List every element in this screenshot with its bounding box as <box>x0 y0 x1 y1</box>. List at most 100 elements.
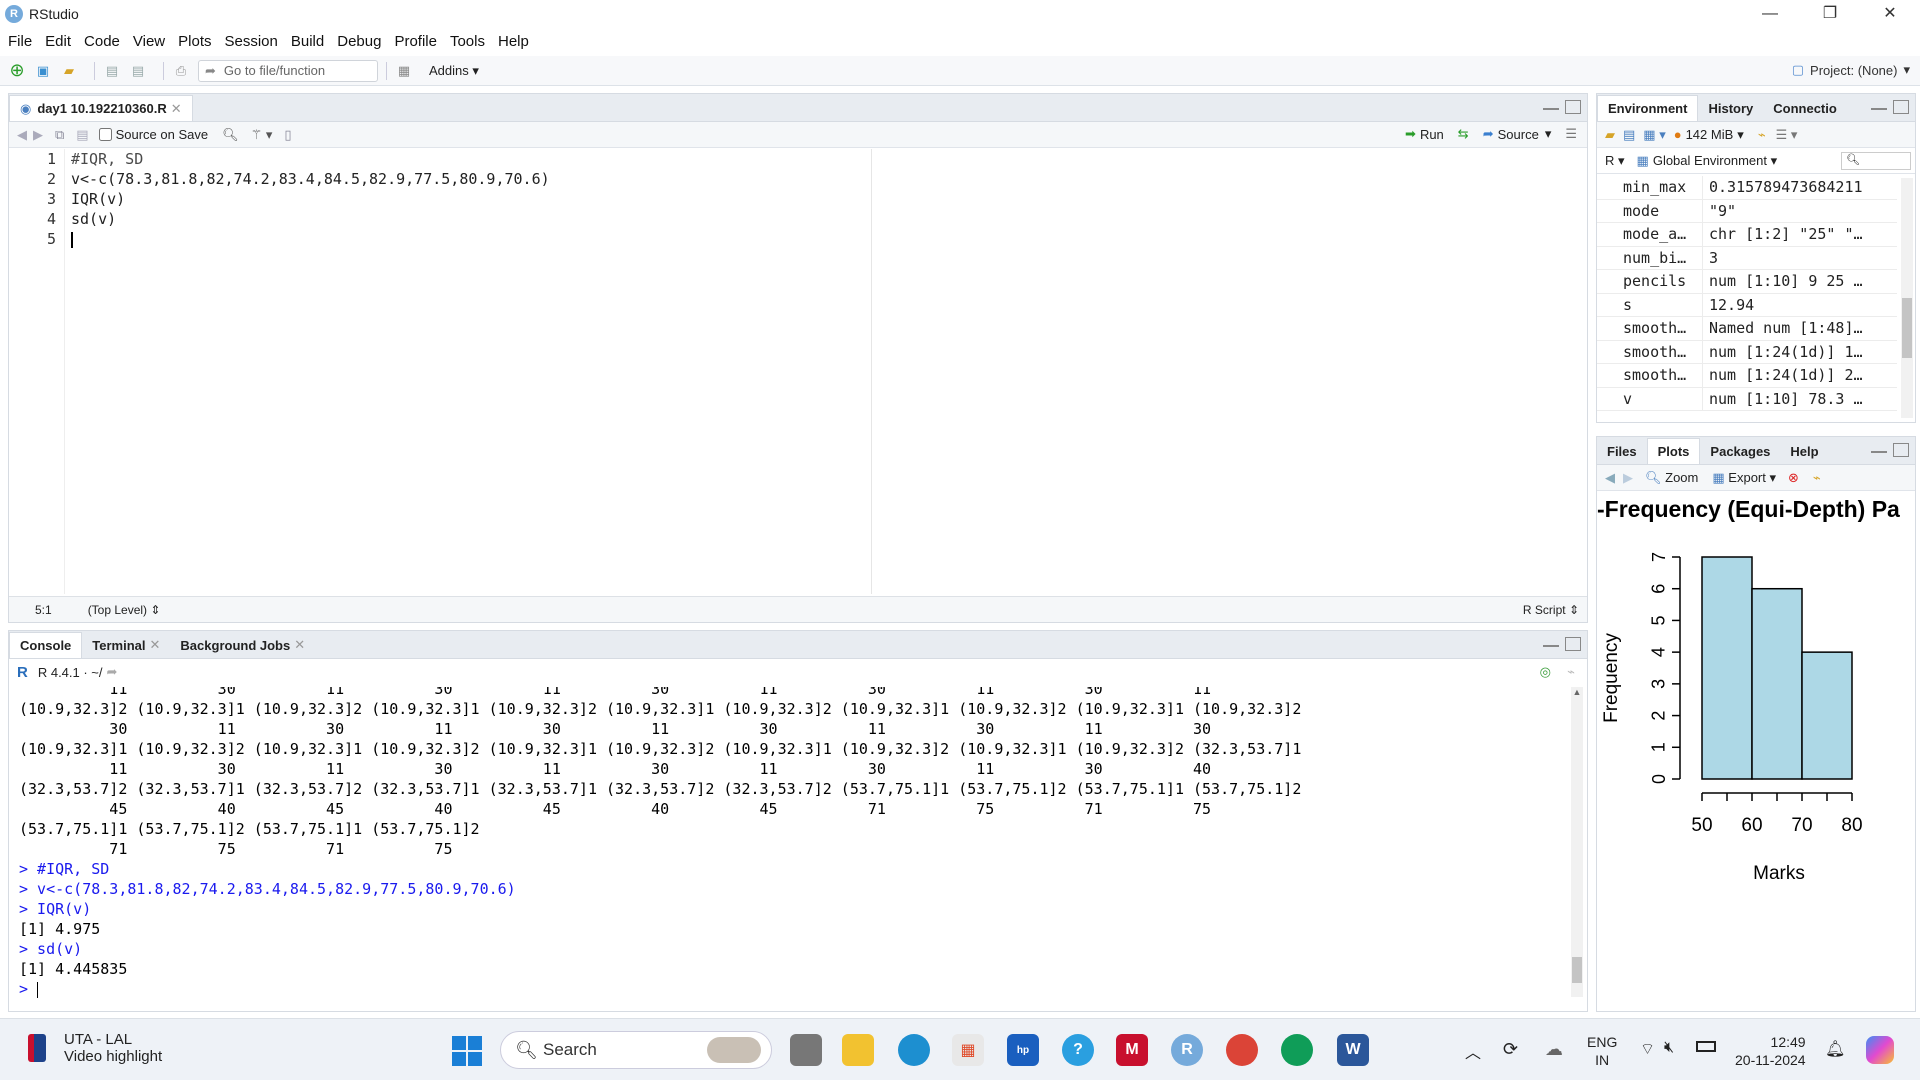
env-row[interactable]: mode_a… chr [1:2] "25" "… <box>1597 223 1897 247</box>
new-project-icon[interactable]: ▣ <box>34 62 52 80</box>
copilot-icon[interactable] <box>1866 1036 1894 1064</box>
forward-arrow-icon[interactable]: ▶ <box>33 127 43 143</box>
word-icon[interactable]: W <box>1337 1034 1369 1066</box>
volume-muted-icon[interactable]: 🔇︎ <box>1664 1039 1674 1057</box>
help-icon[interactable]: ? <box>1062 1034 1094 1066</box>
console-output[interactable]: 11 30 11 30 11 30 11 30 11 30 11 (10.9,3… <box>19 687 1564 1007</box>
menu-plots[interactable]: Plots <box>178 33 211 50</box>
maximize-pane-button[interactable] <box>1893 443 1909 457</box>
env-row[interactable]: smooth… num [1:24(1d)] 1… <box>1597 340 1897 364</box>
document-outline-icon[interactable]: ☰ <box>1565 126 1577 142</box>
broom-icon[interactable]: ⌁ <box>1567 664 1575 680</box>
environment-scrollbar[interactable] <box>1901 178 1913 418</box>
code-line[interactable]: sd(v) <box>71 209 550 229</box>
chrome-profile-icon[interactable] <box>1281 1034 1313 1066</box>
close-tab-icon[interactable]: ✕ <box>294 637 305 653</box>
menu-tools[interactable]: Tools <box>450 33 485 50</box>
tab-files[interactable]: Files <box>1597 438 1647 464</box>
show-in-window-icon[interactable]: ⧉ <box>55 127 64 143</box>
run-button[interactable]: ➡ Run <box>1405 126 1444 142</box>
save-all-icon[interactable]: ▤ <box>129 62 147 80</box>
console-prompt[interactable]: > <box>19 979 1564 999</box>
clear-objects-icon[interactable]: ⌁ <box>1758 127 1766 143</box>
env-row[interactable]: pencils num [1:10] 9 25 … <box>1597 270 1897 294</box>
tab-background-jobs[interactable]: Background Jobs ✕ <box>170 632 315 658</box>
source-button[interactable]: ➦ Source ▾ <box>1483 126 1552 142</box>
mcafee-icon[interactable]: M <box>1116 1034 1148 1066</box>
scope-selector[interactable]: Global Environment ▾ <box>1653 153 1777 169</box>
myhp-icon[interactable]: hp <box>1007 1034 1039 1066</box>
tab-plots[interactable]: Plots <box>1646 438 1701 464</box>
env-row[interactable]: smooth… Named num [1:48]… <box>1597 317 1897 341</box>
find-replace-icon[interactable]: 🔍︎ <box>222 127 239 143</box>
code-tools-wand-icon[interactable]: ⚚ ▾ <box>251 127 273 143</box>
broom-icon[interactable]: ⌁ <box>1813 470 1821 486</box>
taskbar-search[interactable]: 🔍︎ Search <box>500 1031 772 1069</box>
minimize-pane-button[interactable] <box>1871 443 1887 453</box>
tab-terminal[interactable]: Terminal ✕ <box>82 632 170 658</box>
scrollbar-thumb[interactable] <box>1572 957 1582 983</box>
language-indicator[interactable]: ENG IN <box>1587 1033 1617 1069</box>
close-button[interactable]: ✕ <box>1860 0 1920 28</box>
previous-plot-icon[interactable]: ◀ <box>1605 470 1615 486</box>
back-arrow-icon[interactable]: ◀ <box>17 127 27 143</box>
remove-plot-icon[interactable]: ⊗ <box>1788 470 1799 486</box>
env-row[interactable]: num_bi… 3 <box>1597 246 1897 270</box>
code-area[interactable]: 1 2 3 4 5 #IQR, SD v<-c(78.3,81.8,82,74.… <box>9 149 1587 594</box>
next-plot-icon[interactable]: ▶ <box>1623 470 1633 486</box>
restore-button[interactable]: ❐ <box>1800 0 1860 28</box>
env-row[interactable]: smooth… num [1:24(1d)] 2… <box>1597 364 1897 388</box>
menu-code[interactable]: Code <box>84 33 120 50</box>
print-icon[interactable]: ⎙ <box>172 62 190 80</box>
tab-history[interactable]: History <box>1698 95 1763 121</box>
rerun-icon[interactable]: ⇆ <box>1458 126 1469 142</box>
env-row[interactable]: s 12.94 <box>1597 293 1897 317</box>
environment-table[interactable]: min_max 0.315789473684211 mode "9" mode_a…… <box>1597 176 1897 411</box>
menu-file[interactable]: File <box>8 33 32 50</box>
menu-view[interactable]: View <box>133 33 165 50</box>
code-line[interactable]: v<-c(78.3,81.8,82,74.2,83.4,84.5,82.9,77… <box>71 169 550 189</box>
battery-icon[interactable] <box>1696 1041 1716 1052</box>
tab-console[interactable]: Console <box>9 632 83 658</box>
go-to-file-input[interactable]: ➦ Go to file/function <box>198 59 378 82</box>
minimize-pane-button[interactable] <box>1871 100 1887 110</box>
grid-layout-icon[interactable]: ▦ <box>395 62 413 80</box>
task-view-icon[interactable] <box>790 1034 822 1066</box>
news-widget[interactable]: UTA - LAL Video highlight <box>28 1031 162 1065</box>
menu-session[interactable]: Session <box>225 33 278 50</box>
compile-report-icon[interactable]: ▯ <box>284 127 291 143</box>
file-explorer-icon[interactable] <box>842 1034 874 1066</box>
project-menu[interactable]: ▢ Project: (None) ▾ <box>1792 62 1910 78</box>
microsoft-store-icon[interactable]: ▦ <box>952 1034 984 1066</box>
menu-help[interactable]: Help <box>498 33 529 50</box>
code-line[interactable]: IQR(v) <box>71 189 550 209</box>
file-type-selector[interactable]: R Script ⇕ <box>1523 603 1579 617</box>
start-button[interactable] <box>452 1036 482 1066</box>
edge-browser-icon[interactable] <box>898 1034 930 1066</box>
plot-viewer[interactable]: -Frequency (Equi-Depth) Pa 0 1 2 3 4 5 6 7 50 60 70… <box>1597 496 1915 1009</box>
code-line[interactable] <box>71 229 550 249</box>
load-workspace-icon[interactable]: ▰ <box>1605 127 1615 143</box>
export-button[interactable]: ▦ Export ▾ <box>1712 470 1776 486</box>
save-file-icon[interactable]: ▤ <box>76 127 88 143</box>
source-on-save-checkbox[interactable] <box>98 128 112 141</box>
tab-packages[interactable]: Packages <box>1700 438 1780 464</box>
cloud-icon[interactable]: ☁ <box>1545 1039 1563 1060</box>
search-icon[interactable]: 🔍︎ <box>1841 151 1911 170</box>
maximize-pane-button[interactable] <box>1893 100 1909 114</box>
notification-bell-icon[interactable]: 🔔︎ <box>1825 1039 1845 1059</box>
go-to-directory-icon[interactable]: ➦ <box>107 664 118 680</box>
env-row[interactable]: min_max 0.315789473684211 <box>1597 176 1897 200</box>
maximize-pane-button[interactable] <box>1565 637 1581 651</box>
menu-profile[interactable]: Profile <box>394 33 437 50</box>
maximize-pane-button[interactable] <box>1565 100 1581 114</box>
console-scrollbar[interactable]: ▲ <box>1571 687 1583 997</box>
minimize-button[interactable]: — <box>1740 0 1800 28</box>
open-file-icon[interactable]: ▰ <box>60 62 78 80</box>
close-tab-icon[interactable]: ✕ <box>171 101 182 117</box>
env-row[interactable]: mode "9" <box>1597 199 1897 223</box>
new-file-icon[interactable]: ⊕ <box>8 60 26 80</box>
tab-connections[interactable]: Connectio <box>1763 95 1847 121</box>
addins-menu[interactable]: Addins ▾ <box>429 63 479 79</box>
env-row[interactable]: v num [1:10] 78.3 … <box>1597 387 1897 411</box>
